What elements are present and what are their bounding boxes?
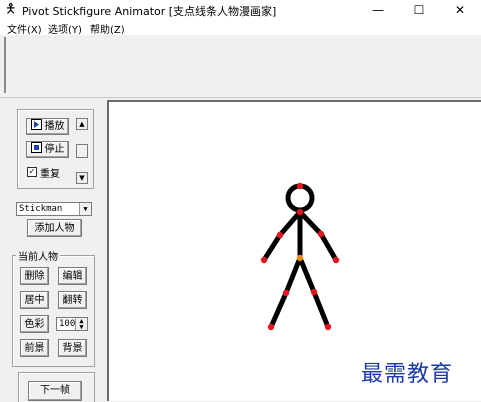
menu-bar: 文件(X) 选项(Y) 帮助(Z)	[0, 20, 481, 36]
stickman-right-lower-leg	[311, 289, 331, 330]
figure-type-value: Stickman	[19, 204, 63, 214]
next-frame-button[interactable]: 下一帧	[28, 381, 82, 401]
speed-scroll-thumb[interactable]	[76, 144, 88, 158]
add-figure-button[interactable]: 添加人物	[27, 219, 82, 237]
minimize-button[interactable]: —	[361, 0, 395, 20]
joint-left-knee[interactable]	[282, 289, 290, 297]
stickman-right-upper-arm	[297, 209, 324, 237]
play-label: 播放	[44, 121, 65, 132]
title-bar: 🯅 Pivot Stickfigure Animator [支点线条人物漫画家]…	[0, 0, 481, 20]
menu-help[interactable]: 帮助(Z)	[90, 21, 125, 36]
play-button[interactable]: 播放	[26, 118, 69, 135]
stickman-left-lower-leg	[268, 290, 289, 330]
stickman-left-upper-leg	[283, 255, 303, 296]
stickman-right-lower-arm	[318, 231, 339, 263]
speed-scroll-up-icon[interactable]: ▲	[76, 118, 88, 130]
maximize-button[interactable]: ☐	[402, 0, 436, 20]
center-figure-button[interactable]: 居中	[20, 291, 49, 309]
joint-left-foot[interactable]	[267, 323, 275, 331]
stickman-left-upper-arm	[277, 209, 303, 238]
edit-figure-button[interactable]: 编辑	[58, 267, 87, 285]
flip-figure-button[interactable]: 翻转	[58, 291, 87, 309]
speed-scroll-down-icon[interactable]: ▼	[76, 172, 88, 184]
opacity-stepper[interactable]: 100 ▲ ▼	[56, 317, 88, 331]
chevron-down-icon: ▼	[79, 203, 91, 215]
window-title: Pivot Stickfigure Animator [支点线条人物漫画家]	[22, 5, 277, 18]
delete-figure-button[interactable]: 删除	[20, 267, 49, 285]
joint-head-top[interactable]	[296, 182, 304, 190]
watermark-text: 最需教育	[361, 362, 454, 387]
joint-right-elbow[interactable]	[317, 230, 325, 238]
stickman-head[interactable]	[285, 183, 315, 213]
figure-type-select[interactable]: Stickman ▼	[16, 202, 92, 216]
joint-left-elbow[interactable]	[276, 231, 284, 239]
joint-right-knee[interactable]	[310, 288, 318, 296]
joint-hip-root[interactable]	[296, 254, 304, 262]
joint-left-hand[interactable]	[260, 256, 268, 264]
stop-button[interactable]: 停止	[26, 141, 69, 158]
stickman-left-lower-arm	[261, 232, 283, 263]
frame-timeline-strip[interactable]	[4, 37, 481, 93]
repeat-label: 重复	[40, 169, 60, 180]
joint-right-foot[interactable]	[324, 323, 332, 331]
stickfigure-app-icon: 🯅	[5, 2, 17, 17]
stepper-arrows-icon[interactable]: ▲ ▼	[75, 318, 87, 331]
play-icon	[30, 119, 42, 130]
animation-canvas[interactable]: 最需教育	[107, 100, 481, 401]
menu-options[interactable]: 选项(Y)	[48, 21, 82, 36]
sidebar-panel: 播放 停止 ✓ 重复 ▲ ▼ Stickman ▼ 添加人物 当前人物 删除 编…	[0, 98, 104, 402]
current-figure-group-label: 当前人物	[16, 248, 60, 263]
joint-right-hand[interactable]	[332, 256, 340, 264]
stop-icon	[30, 142, 42, 153]
menu-file[interactable]: 文件(X)	[7, 21, 42, 36]
opacity-value: 100	[59, 319, 76, 329]
close-button[interactable]: ✕	[443, 0, 477, 20]
joint-neck[interactable]	[296, 208, 304, 216]
send-to-front-button[interactable]: 前景	[20, 339, 49, 357]
stickman-right-upper-leg	[297, 255, 317, 295]
send-to-back-button[interactable]: 背景	[58, 339, 87, 357]
repeat-checkbox[interactable]: ✓	[27, 167, 37, 177]
stop-label: 停止	[44, 144, 65, 155]
color-button[interactable]: 色彩	[20, 315, 49, 333]
